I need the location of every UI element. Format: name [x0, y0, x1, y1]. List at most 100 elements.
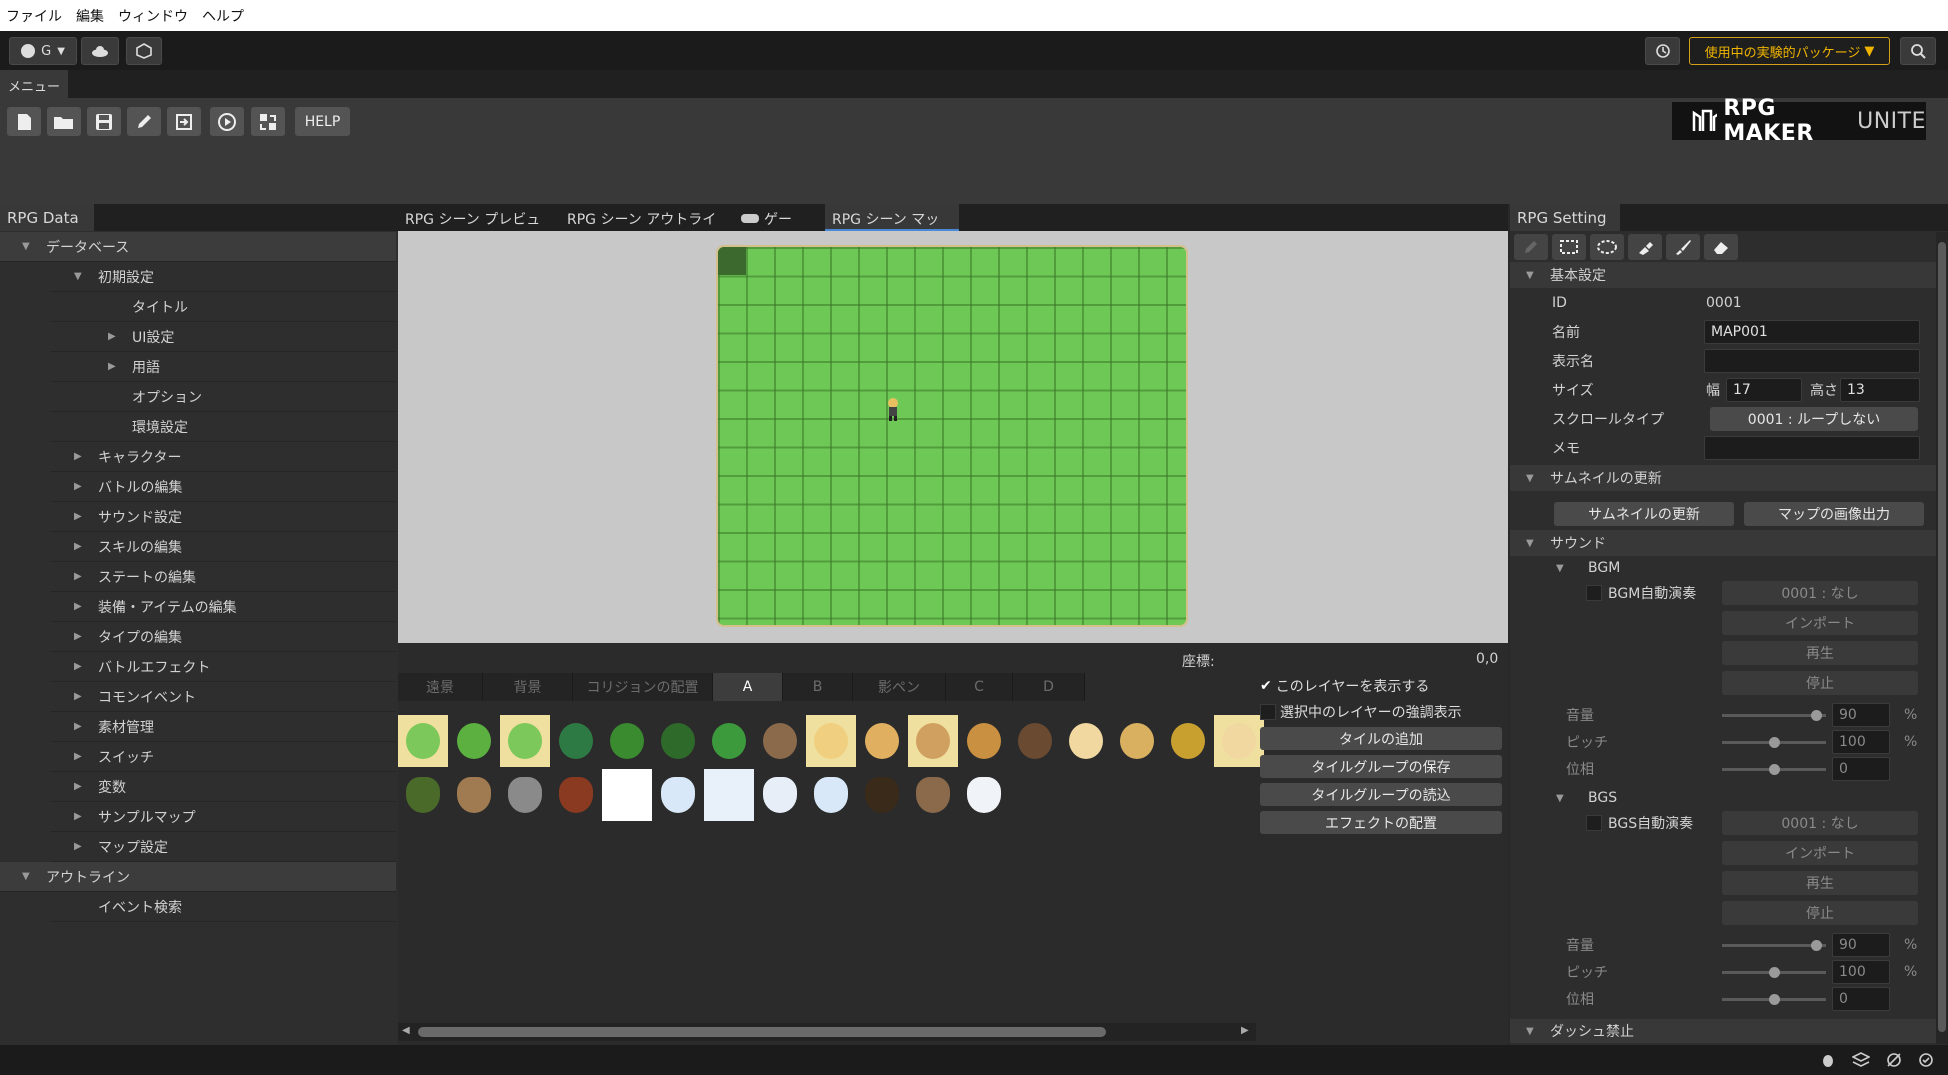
load-tile-group-button[interactable]: タイルグループの読込 — [1260, 783, 1502, 806]
horizontal-scrollbar[interactable]: ◀ ▶ — [398, 1023, 1256, 1041]
bgm-import-button[interactable]: インポート — [1722, 611, 1918, 635]
tree-item[interactable]: タイトル — [50, 292, 396, 322]
help-button[interactable]: HELP — [295, 107, 350, 136]
bgm-volume-input[interactable]: 90 — [1832, 703, 1890, 727]
scroll-right-icon[interactable]: ▶ — [1241, 1025, 1249, 1036]
slider-knob[interactable] — [1769, 967, 1780, 978]
caret-right-icon[interactable]: ▶ — [74, 571, 92, 582]
network-icon[interactable] — [1886, 1052, 1902, 1072]
highlight-layer-option[interactable]: 選択中のレイヤーの強調表示 — [1260, 701, 1500, 723]
caret-right-icon[interactable]: ▶ — [74, 511, 92, 522]
caret-right-icon[interactable]: ▶ — [74, 691, 92, 702]
slider-knob[interactable] — [1769, 994, 1780, 1005]
tile-swatch[interactable] — [1010, 715, 1060, 767]
scrollbar-thumb[interactable] — [418, 1027, 1106, 1037]
caret-right-icon[interactable]: ▶ — [74, 541, 92, 552]
tile-swatch[interactable] — [653, 715, 703, 767]
tile-tab[interactable]: D — [1013, 673, 1085, 701]
show-layer-option[interactable]: ✔ このレイヤーを表示する — [1260, 675, 1500, 697]
scroll-type-select[interactable]: 0001 : ループしない — [1710, 407, 1918, 431]
caret-right-icon[interactable]: ▶ — [108, 331, 126, 342]
account-button[interactable]: G ▼ — [9, 37, 77, 65]
tile-swatch[interactable] — [500, 769, 550, 821]
tile-swatch[interactable] — [602, 715, 652, 767]
tile-swatch[interactable] — [857, 715, 907, 767]
tree-item[interactable]: ▶ コモンイベント — [50, 682, 396, 712]
tile-swatch[interactable] — [755, 715, 805, 767]
sound-section[interactable]: ▼ サウンド — [1510, 530, 1940, 556]
tree-item[interactable]: ▶ タイプの編集 — [50, 622, 396, 652]
eraser-tool[interactable] — [1704, 234, 1738, 260]
tree-item[interactable]: ▼ 初期設定 — [50, 262, 396, 292]
tree-item[interactable]: ▶ 素材管理 — [50, 712, 396, 742]
vertical-scrollbar-thumb[interactable] — [1938, 242, 1946, 1032]
tile-swatch[interactable] — [806, 769, 856, 821]
tile-swatch[interactable] — [500, 715, 550, 767]
tree-item[interactable]: ▶ サンプルマップ — [50, 802, 396, 832]
tree-item[interactable]: ▶ バトルの編集 — [50, 472, 396, 502]
tile-swatch[interactable] — [704, 769, 754, 821]
add-tile-button[interactable]: タイルの追加 — [1260, 727, 1502, 750]
caret-right-icon[interactable]: ▶ — [108, 361, 126, 372]
bgm-header[interactable]: ▼ BGM — [1510, 554, 1940, 582]
tile-swatch[interactable] — [449, 769, 499, 821]
bgm-pitch-input[interactable]: 100 — [1832, 730, 1890, 754]
bgs-pitch-input[interactable]: 100 — [1832, 960, 1890, 984]
tree-item[interactable]: ▶ ステートの編集 — [50, 562, 396, 592]
tab-game[interactable]: ゲーム — [734, 204, 804, 248]
tree-item[interactable]: イベント検索 — [50, 892, 396, 922]
bgs-volume-input[interactable]: 90 — [1832, 933, 1890, 957]
tile-tab[interactable]: 影ペン — [853, 673, 946, 701]
caret-right-icon[interactable]: ▶ — [74, 781, 92, 792]
menu-tab[interactable]: メニュー — [0, 70, 68, 98]
tile-swatch[interactable] — [1061, 715, 1111, 767]
bgm-phase-input[interactable]: 0 — [1832, 757, 1890, 781]
check-circle-icon[interactable] — [1918, 1052, 1934, 1072]
open-button[interactable] — [47, 107, 81, 136]
bgs-header[interactable]: ▼ BGS — [1510, 784, 1940, 812]
basic-settings-section[interactable]: ▼ 基本設定 — [1510, 262, 1940, 288]
tile-tab[interactable]: コリジョンの配置 — [573, 673, 713, 701]
tab-scene-preview[interactable]: RPG シーン プレビュー — [398, 204, 548, 248]
memo-input[interactable] — [1704, 436, 1920, 460]
tile-swatch[interactable] — [1163, 715, 1213, 767]
slider-knob[interactable] — [1769, 737, 1780, 748]
tile-swatch[interactable] — [398, 715, 448, 767]
slider-knob[interactable] — [1769, 764, 1780, 775]
new-button[interactable] — [7, 107, 41, 136]
menu-file[interactable]: ファイル — [6, 6, 62, 26]
brush-tool[interactable] — [1666, 234, 1700, 260]
tile-swatch[interactable] — [755, 769, 805, 821]
highlight-checkbox[interactable] — [1260, 704, 1276, 720]
menu-window[interactable]: ウィンドウ — [118, 6, 188, 26]
experimental-packages-button[interactable]: 使用中の実験的パッケージ ▼ — [1689, 37, 1890, 65]
tab-rpg-data[interactable]: RPG Data — [0, 204, 94, 231]
tile-swatch[interactable] — [959, 715, 1009, 767]
width-input[interactable]: 17 — [1726, 378, 1802, 402]
bug-icon[interactable] — [1820, 1052, 1836, 1072]
caret-down-icon[interactable]: ▼ — [74, 271, 92, 282]
caret-down-icon[interactable]: ▼ — [22, 871, 40, 882]
tile-swatch[interactable] — [908, 769, 958, 821]
caret-right-icon[interactable]: ▶ — [74, 451, 92, 462]
tree-item[interactable]: ▶ サウンド設定 — [50, 502, 396, 532]
tree-item[interactable]: ▶ 装備・アイテムの編集 — [50, 592, 396, 622]
tree-item[interactable]: ▶ スイッチ — [50, 742, 396, 772]
bgs-import-button[interactable]: インポート — [1722, 841, 1918, 865]
deploy-button[interactable] — [251, 107, 285, 136]
tile-swatch[interactable] — [806, 715, 856, 767]
cloud-button[interactable] — [81, 37, 119, 65]
tile-swatch[interactable] — [551, 715, 601, 767]
caret-right-icon[interactable]: ▶ — [74, 661, 92, 672]
tile-swatch[interactable] — [908, 715, 958, 767]
tile-tab[interactable]: C — [946, 673, 1013, 701]
scene-map-view[interactable] — [398, 231, 1508, 643]
bgs-select[interactable]: 0001 : なし — [1722, 811, 1918, 835]
tile-swatch[interactable] — [857, 769, 907, 821]
tile-tab[interactable]: 背景 — [483, 673, 573, 701]
caret-right-icon[interactable]: ▶ — [74, 721, 92, 732]
tree-item[interactable]: ▼ アウトライン — [0, 862, 396, 892]
tree-item[interactable]: ▶ 用語 — [50, 352, 396, 382]
tab-scene-map[interactable]: RPG シーン マップ — [825, 204, 959, 248]
bgs-stop-button[interactable]: 停止 — [1722, 901, 1918, 925]
